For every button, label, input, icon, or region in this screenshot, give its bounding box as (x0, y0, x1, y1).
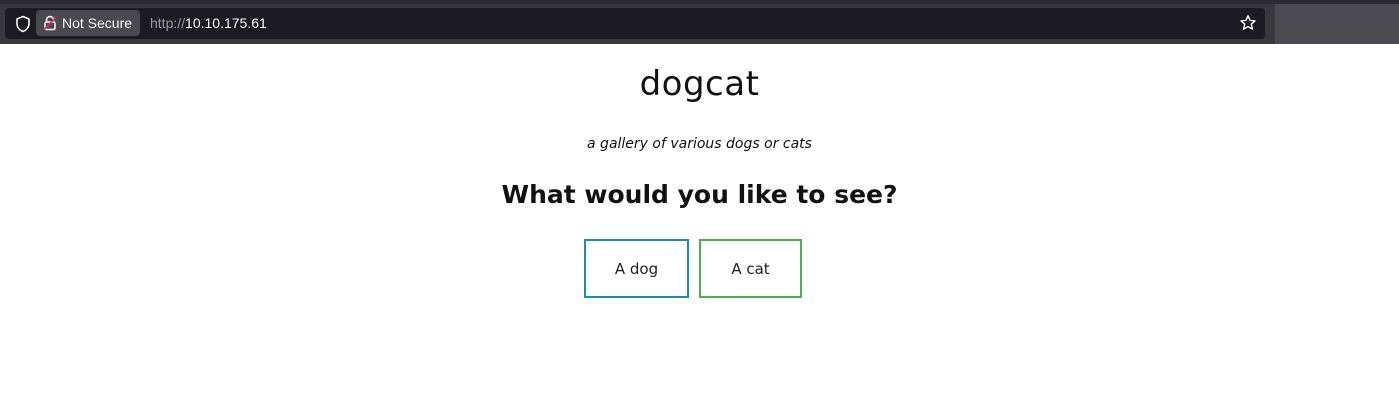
page-content: dogcat a gallery of various dogs or cats… (0, 44, 1399, 412)
security-indicator[interactable]: Not Secure (36, 10, 141, 36)
url-host: 10.10.175.61 (185, 15, 267, 31)
url-scheme: http:// (150, 15, 186, 31)
dog-button[interactable]: A dog (584, 239, 689, 298)
toolbar-extension-area (1275, 4, 1399, 44)
page-subtitle: a gallery of various dogs or cats (587, 136, 812, 152)
page-title: dogcat (639, 64, 760, 104)
cat-button[interactable]: A cat (699, 239, 802, 298)
address-bar[interactable]: Not Secure http://10.10.175.61 (5, 8, 1265, 39)
url-text[interactable]: http://10.10.175.61 (150, 8, 267, 39)
browser-toolbar: Not Secure http://10.10.175.61 (0, 0, 1399, 44)
security-label: Not Secure (62, 15, 133, 31)
question-heading: What would you like to see? (501, 180, 898, 209)
shield-icon[interactable] (14, 15, 32, 33)
lock-icon (43, 15, 57, 31)
star-icon[interactable] (1239, 14, 1257, 32)
